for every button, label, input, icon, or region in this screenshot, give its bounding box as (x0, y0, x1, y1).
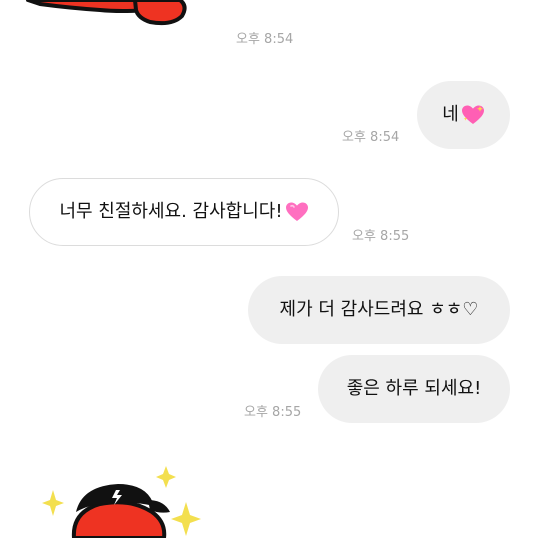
timestamp: 오후 8:55 (244, 405, 302, 420)
message-bubble-outgoing[interactable]: 좋은 하루 되세요! (318, 355, 510, 423)
sticker-top[interactable] (0, 0, 200, 28)
red-character-sticker-icon (26, 0, 187, 26)
message-text: 제가 더 감사드려요 ㅎㅎ♡ (279, 299, 479, 320)
message-text: 너무 친절하세요. 감사합니다! (59, 201, 283, 222)
pink-heart-icon (285, 202, 308, 221)
timestamp: 오후 8:54 (342, 130, 400, 145)
message-bubble-outgoing[interactable]: 네 (417, 81, 510, 149)
sparkling-heart-icon (461, 105, 484, 124)
sparkle-icon (156, 466, 176, 488)
timestamp: 오후 8:54 (236, 32, 294, 47)
timestamp: 오후 8:55 (352, 229, 410, 244)
message-bubble-incoming[interactable]: 너무 친절하세요. 감사합니다! (29, 178, 339, 246)
red-character-with-cap-sticker-icon (42, 466, 201, 540)
message-text: 네 (442, 104, 459, 125)
message-bubble-outgoing[interactable]: 제가 더 감사드려요 ㅎㅎ♡ (248, 276, 510, 344)
message-text: 좋은 하루 되세요! (346, 378, 482, 399)
sticker-bottom[interactable] (30, 460, 220, 540)
sparkle-icon (171, 502, 201, 536)
sparkle-icon (42, 490, 64, 516)
